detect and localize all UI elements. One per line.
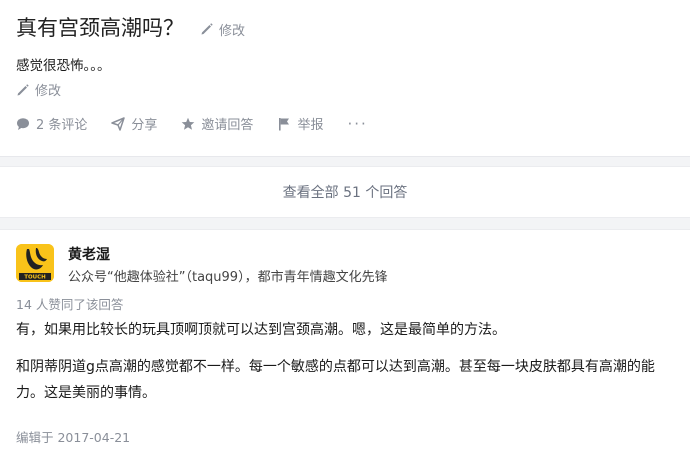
banana-logo-icon: TOUCH [16,244,54,282]
edit-detail-button[interactable]: 修改 [16,80,61,99]
report-button[interactable]: 举报 [277,114,323,133]
comments-button[interactable]: 2 条评论 [16,114,87,133]
more-icon[interactable]: ··· [347,115,367,133]
answer-paragraph: 和阴蒂阴道g点高潮的感觉都不一样。每一个敏感的点都可以达到高潮。甚至每一块皮肤都… [16,359,655,401]
question-detail: 感觉很恐怖。。。 [16,58,111,74]
comments-label: 2 条评论 [36,118,88,133]
share-button[interactable]: 分享 [111,114,157,133]
answer-card: TOUCH 黄老湿 公众号“他趣体验社”（taqu99），都市青年情趣文化先锋 … [0,229,690,457]
edit-title-button[interactable]: 修改 [200,20,245,39]
view-all-answers-button[interactable]: 查看全部 51 个回答 [0,166,690,218]
invite-answer-label: 邀请回答 [201,118,254,133]
answer-paragraph: 有，如果用比较长的玩具顶啊顶就可以达到宫颈高潮。嗯，这是最简单的方法。 [16,322,506,338]
edit-title-label: 修改 [219,23,246,39]
question-card: 真有宫颈高潮吗？ 修改 感觉很恐怖。。。 修改 2 条评论 分享 邀请回答 举报… [0,0,690,157]
report-label: 举报 [297,118,324,133]
edited-date: 编辑于 2017-04-21 [16,430,131,445]
pencil-icon [17,83,29,95]
question-title-row: 真有宫颈高潮吗？ 修改 [16,14,245,42]
author-name[interactable]: 黄老湿 [68,244,110,264]
vote-count[interactable]: 14 人赞同了该回答 [16,294,123,313]
question-title: 真有宫颈高潮吗？ [16,16,184,40]
invite-answer-button[interactable]: 邀请回答 [181,114,253,133]
share-label: 分享 [131,118,158,133]
share-icon [111,116,126,131]
star-icon [182,117,195,130]
author-bio: 公众号“他趣体验社”（taqu99），都市青年情趣文化先锋 [68,270,388,285]
flag-icon [279,117,290,130]
edit-detail-label: 修改 [35,84,62,99]
pencil-icon [201,23,213,35]
avatar[interactable]: TOUCH [16,244,54,282]
comment-icon [17,117,29,130]
question-actions: 2 条评论 分享 邀请回答 举报 ··· [16,114,392,133]
svg-text:TOUCH: TOUCH [24,275,46,281]
